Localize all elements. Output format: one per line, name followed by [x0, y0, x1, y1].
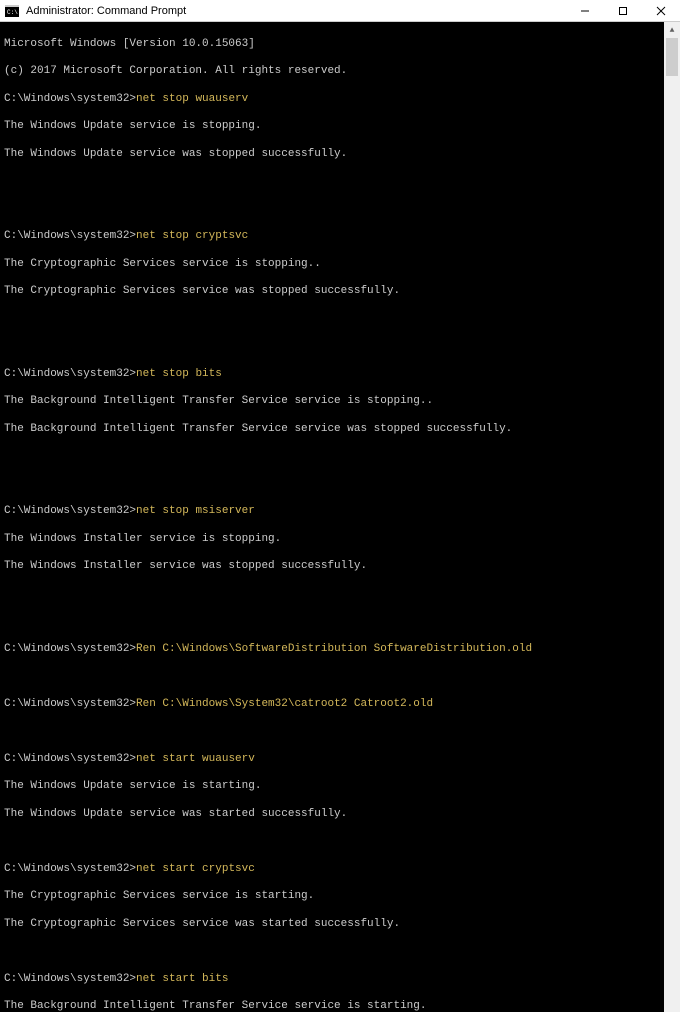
blank-line — [4, 203, 660, 217]
output-line: The Windows Update service is stopping. — [4, 120, 660, 134]
maximize-button[interactable] — [604, 0, 642, 22]
blank-line — [4, 588, 660, 602]
prompt: C:\Windows\system32> — [4, 698, 136, 710]
output-line: The Windows Installer service is stoppin… — [4, 533, 660, 547]
command-line: C:\Windows\system32>net start wuauserv — [4, 753, 660, 767]
titlebar[interactable]: C:\ Administrator: Command Prompt — [0, 0, 680, 22]
scroll-track[interactable] — [664, 38, 680, 1012]
output-line: The Background Intelligent Transfer Serv… — [4, 423, 660, 437]
cmd-window: C:\ Administrator: Command Prompt Micros… — [0, 0, 680, 506]
cmd-icon: C:\ — [4, 3, 20, 19]
prompt: C:\Windows\system32> — [4, 643, 136, 655]
output-line: The Windows Update service was started s… — [4, 808, 660, 822]
blank-line — [4, 450, 660, 464]
prompt: C:\Windows\system32> — [4, 753, 136, 765]
prompt: C:\Windows\system32> — [4, 230, 136, 242]
command-text: net stop wuauserv — [136, 93, 248, 105]
command-line: C:\Windows\system32>net stop cryptsvc — [4, 230, 660, 244]
terminal-area: Microsoft Windows [Version 10.0.15063] (… — [0, 22, 680, 1012]
prompt: C:\Windows\system32> — [4, 368, 136, 380]
blank-line — [4, 945, 660, 959]
command-line: C:\Windows\system32>Ren C:\Windows\Softw… — [4, 643, 660, 657]
prompt: C:\Windows\system32> — [4, 973, 136, 985]
command-line: C:\Windows\system32>net start cryptsvc — [4, 863, 660, 877]
scroll-thumb[interactable] — [666, 38, 678, 76]
command-line: C:\Windows\system32>net stop bits — [4, 368, 660, 382]
svg-text:C:\: C:\ — [7, 9, 18, 16]
blank-line — [4, 175, 660, 189]
command-text: net stop bits — [136, 368, 222, 380]
header-line: Microsoft Windows [Version 10.0.15063] — [4, 38, 660, 52]
command-text: net stop msiserver — [136, 505, 255, 517]
prompt: C:\Windows\system32> — [4, 505, 136, 517]
command-text: Ren C:\Windows\SoftwareDistribution Soft… — [136, 643, 532, 655]
window-controls — [566, 0, 680, 21]
command-text: Ren C:\Windows\System32\catroot2 Catroot… — [136, 698, 433, 710]
command-text: net start bits — [136, 973, 228, 985]
command-line: C:\Windows\system32>net stop msiserver — [4, 505, 660, 519]
blank-line — [4, 313, 660, 327]
close-button[interactable] — [642, 0, 680, 22]
output-line: The Cryptographic Services service was s… — [4, 285, 660, 299]
output-line: The Cryptographic Services service is st… — [4, 258, 660, 272]
scroll-up-arrow-icon[interactable]: ▲ — [664, 22, 680, 38]
command-text: net start wuauserv — [136, 753, 255, 765]
output-line: The Cryptographic Services service was s… — [4, 918, 660, 932]
terminal-output[interactable]: Microsoft Windows [Version 10.0.15063] (… — [0, 22, 664, 1012]
blank-line — [4, 670, 660, 684]
output-line: The Background Intelligent Transfer Serv… — [4, 1000, 660, 1012]
output-line: The Background Intelligent Transfer Serv… — [4, 395, 660, 409]
command-line: C:\Windows\system32>Ren C:\Windows\Syste… — [4, 698, 660, 712]
command-line: C:\Windows\system32>net stop wuauserv — [4, 93, 660, 107]
command-line: C:\Windows\system32>net start bits — [4, 973, 660, 987]
prompt: C:\Windows\system32> — [4, 863, 136, 875]
command-text: net stop cryptsvc — [136, 230, 248, 242]
blank-line — [4, 725, 660, 739]
output-line: The Windows Update service is starting. — [4, 780, 660, 794]
command-text: net start cryptsvc — [136, 863, 255, 875]
window-title: Administrator: Command Prompt — [26, 5, 566, 17]
blank-line — [4, 615, 660, 629]
output-line: The Windows Update service was stopped s… — [4, 148, 660, 162]
minimize-button[interactable] — [566, 0, 604, 22]
prompt: C:\Windows\system32> — [4, 93, 136, 105]
output-line: The Windows Installer service was stoppe… — [4, 560, 660, 574]
output-line: The Cryptographic Services service is st… — [4, 890, 660, 904]
blank-line — [4, 340, 660, 354]
blank-line — [4, 835, 660, 849]
blank-line — [4, 478, 660, 492]
header-line: (c) 2017 Microsoft Corporation. All righ… — [4, 65, 660, 79]
vertical-scrollbar[interactable]: ▲ ▼ — [664, 22, 680, 1012]
